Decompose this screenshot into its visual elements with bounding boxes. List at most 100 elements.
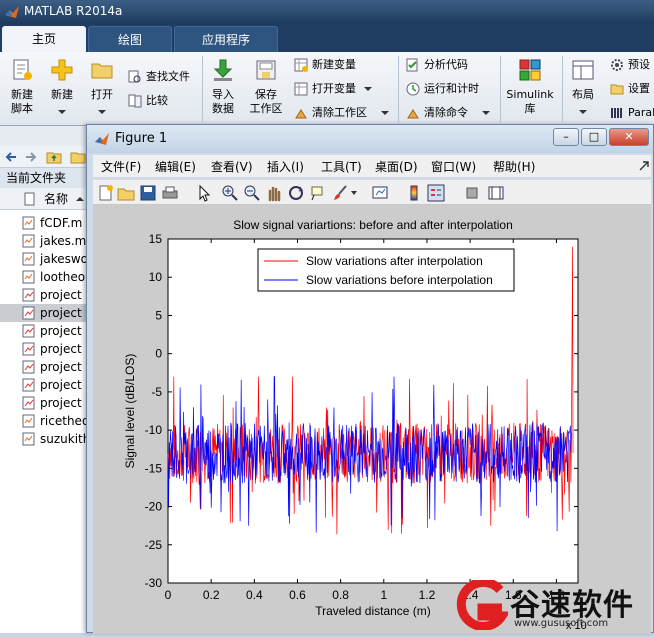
pointer-icon[interactable] (195, 184, 213, 202)
new-variable-label: 新建变量 (312, 58, 356, 71)
app-titlebar: MATLAB R2014a (0, 0, 654, 24)
file-list-item[interactable]: project (0, 304, 90, 322)
legend-icon[interactable] (427, 184, 445, 202)
menu-help[interactable]: 帮助(H) (493, 158, 535, 175)
file-list-item[interactable]: project (0, 286, 90, 304)
clear-commands-button[interactable]: 清除命令 (404, 104, 490, 122)
rotate-3d-icon[interactable] (287, 184, 305, 202)
y-axis-label: Signal level (dB/LOS) (123, 354, 137, 469)
m-file-icon (22, 252, 35, 266)
file-name: ricetheo (40, 414, 90, 428)
file-list-header[interactable]: 名称 (0, 188, 90, 210)
fig-file-icon (22, 288, 35, 302)
close-button[interactable]: ✕ (609, 128, 649, 146)
parallel-button[interactable]: Paral (608, 104, 654, 122)
x-tick-label: 0 (165, 588, 172, 602)
open-label: 打开 (91, 88, 113, 101)
signal-plot[interactable]: 0 0.2 0.4 0.6 0.8 1 1.2 1.4 1.6 1.8151050-5-10-15… (93, 205, 651, 634)
preferences-button[interactable]: 预设 (608, 56, 650, 74)
forward-arrow-icon[interactable] (24, 150, 38, 164)
layout-button[interactable]: 布局 (566, 58, 600, 114)
file-list-item[interactable]: project (0, 376, 90, 394)
file-list-item[interactable]: project (0, 322, 90, 340)
save-workspace-button[interactable]: 保存 工作区 (246, 58, 286, 116)
new-button[interactable]: 新建 (46, 58, 78, 114)
menu-file[interactable]: 文件(F) (101, 158, 141, 175)
figure-titlebar[interactable]: Figure 1 – □ ✕ (87, 125, 653, 153)
browse-folder-icon[interactable] (70, 150, 86, 164)
save-icon[interactable] (139, 184, 157, 202)
new-variable-button[interactable]: 新建变量 (292, 56, 356, 74)
undock-arrow-icon[interactable] (639, 161, 649, 171)
file-list-item[interactable]: project (0, 394, 90, 412)
new-script-button[interactable]: 新建 脚本 (4, 58, 40, 116)
brush-dropdown-icon[interactable] (351, 191, 357, 195)
compare-label: 比较 (146, 94, 168, 107)
clear-workspace-button[interactable]: 清除工作区 (292, 104, 389, 122)
tab-apps[interactable]: 应用程序 (174, 26, 278, 52)
show-plot-tools-icon[interactable] (487, 184, 505, 202)
new-figure-icon[interactable] (97, 184, 115, 202)
open-button[interactable]: 打开 (86, 58, 118, 114)
x-tick-label: 0.4 (246, 588, 263, 602)
file-list-item[interactable]: project (0, 358, 90, 376)
current-folder-header: 当前文件夹 (0, 168, 90, 188)
maximize-button[interactable]: □ (581, 128, 607, 146)
new-script-icon (13, 59, 32, 80)
file-list-item[interactable]: ricetheo (0, 412, 90, 430)
menu-view[interactable]: 查看(V) (211, 158, 253, 175)
print-icon[interactable] (161, 184, 179, 202)
compare-button[interactable]: 比较 (126, 92, 168, 110)
m-file-icon (22, 414, 35, 428)
file-list-item[interactable]: jakes.m (0, 232, 90, 250)
back-arrow-icon[interactable] (4, 150, 18, 164)
app-title: MATLAB R2014a (24, 4, 123, 18)
brush-icon[interactable] (331, 184, 349, 202)
clear-workspace-icon (295, 109, 307, 119)
ribbon-footer (0, 126, 90, 146)
zoom-in-icon[interactable] (221, 184, 239, 202)
run-and-time-button[interactable]: 运行和计时 (404, 80, 479, 98)
x-tick-label: 1.2 (419, 588, 436, 602)
watermark: 谷速软件 www.gususoft.com (456, 578, 654, 633)
analyze-code-button[interactable]: 分析代码 (404, 56, 468, 74)
file-list-item[interactable]: jakeswo (0, 250, 90, 268)
menu-insert[interactable]: 插入(I) (267, 158, 304, 175)
file-list-item[interactable]: suzukith (0, 430, 90, 448)
open-variable-button[interactable]: 打开变量 (292, 80, 372, 98)
hide-plot-tools-icon[interactable] (463, 184, 481, 202)
compare-icon (128, 94, 142, 108)
open-variable-dropdown-icon (363, 87, 372, 91)
menu-desktop[interactable]: 桌面(D) (375, 158, 418, 175)
menu-window[interactable]: 窗口(W) (431, 158, 476, 175)
file-name: jakes.m (40, 234, 87, 248)
y-tick-label: -15 (145, 461, 163, 475)
file-list-item[interactable]: fCDF.m (0, 214, 90, 232)
set-path-button[interactable]: 设置 (608, 80, 650, 98)
file-name: project (40, 360, 82, 374)
file-list-item[interactable]: project (0, 340, 90, 358)
file-list-item[interactable]: lootheo (0, 268, 90, 286)
zoom-out-icon[interactable] (243, 184, 261, 202)
colorbar-icon[interactable] (405, 184, 423, 202)
link-plot-icon[interactable] (371, 184, 389, 202)
up-folder-icon[interactable] (46, 150, 62, 164)
import-data-button[interactable]: 导入 数据 (206, 58, 240, 116)
file-name: project (40, 396, 82, 410)
find-files-button[interactable]: 查找文件 (126, 68, 190, 86)
figure-title: Figure 1 (115, 131, 168, 146)
menu-edit[interactable]: 编辑(E) (155, 158, 196, 175)
open-file-icon[interactable] (117, 184, 135, 202)
data-cursor-icon[interactable] (309, 184, 327, 202)
menu-tools[interactable]: 工具(T) (321, 158, 362, 175)
pan-hand-icon[interactable] (265, 184, 283, 202)
matlab-logo-icon (5, 6, 19, 18)
minimize-button[interactable]: – (553, 128, 579, 146)
y-tick-label: 15 (149, 232, 163, 246)
y-tick-label: -20 (145, 500, 163, 514)
simulink-library-button[interactable]: Simulink 库 (504, 58, 556, 116)
x-axis-label: Traveled distance (m) (315, 604, 431, 618)
tab-plots[interactable]: 绘图 (88, 26, 172, 52)
x-tick-label: 0.6 (289, 588, 306, 602)
tab-home[interactable]: 主页 (2, 26, 86, 52)
